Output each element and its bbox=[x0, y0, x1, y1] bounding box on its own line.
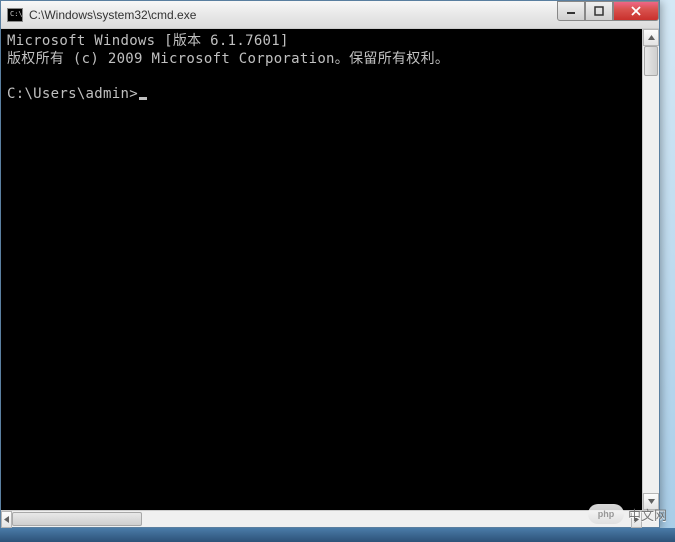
cmd-icon: C:\ bbox=[7, 8, 23, 22]
scroll-up-button[interactable] bbox=[643, 29, 659, 46]
minimize-button[interactable] bbox=[557, 1, 585, 21]
minimize-icon bbox=[566, 6, 576, 16]
window-title: C:\Windows\system32\cmd.exe bbox=[29, 8, 196, 22]
watermark: php 中文网 bbox=[588, 504, 667, 524]
close-icon bbox=[630, 6, 642, 16]
console-area: Microsoft Windows [版本 6.1.7601] 版权所有 (c)… bbox=[1, 29, 659, 510]
horizontal-scroll-track[interactable] bbox=[12, 511, 631, 527]
console-line-version: Microsoft Windows [版本 6.1.7601] bbox=[7, 33, 289, 49]
cursor bbox=[139, 97, 147, 100]
console-output[interactable]: Microsoft Windows [版本 6.1.7601] 版权所有 (c)… bbox=[1, 29, 642, 510]
watermark-logo: php bbox=[588, 504, 624, 524]
watermark-text: 中文网 bbox=[628, 505, 667, 524]
window-controls bbox=[557, 1, 659, 21]
maximize-button[interactable] bbox=[585, 1, 613, 21]
horizontal-scroll-thumb[interactable] bbox=[12, 512, 142, 526]
close-button[interactable] bbox=[613, 1, 659, 21]
maximize-icon bbox=[594, 6, 604, 16]
cmd-icon-text: C:\ bbox=[10, 11, 23, 18]
arrow-up-icon bbox=[647, 33, 656, 42]
scroll-left-button[interactable] bbox=[1, 511, 12, 528]
console-prompt: C:\Users\admin> bbox=[7, 86, 138, 102]
vertical-scrollbar[interactable] bbox=[642, 29, 659, 510]
background-taskbar bbox=[0, 528, 675, 542]
vertical-scroll-track[interactable] bbox=[643, 46, 659, 493]
console-line-copyright: 版权所有 (c) 2009 Microsoft Corporation。保留所有… bbox=[7, 51, 449, 67]
titlebar[interactable]: C:\ C:\Windows\system32\cmd.exe bbox=[1, 1, 659, 29]
arrow-left-icon bbox=[2, 515, 11, 524]
vertical-scroll-thumb[interactable] bbox=[644, 46, 658, 76]
cmd-window: C:\ C:\Windows\system32\cmd.exe Microsof… bbox=[0, 0, 660, 528]
horizontal-scrollbar[interactable] bbox=[1, 510, 659, 527]
